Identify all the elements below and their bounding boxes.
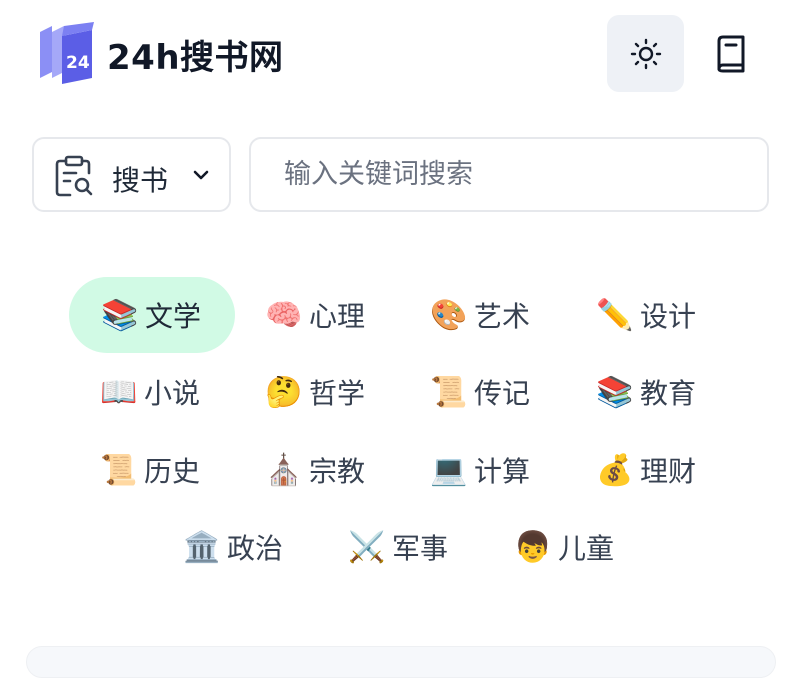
category-label: 心理 — [309, 300, 366, 333]
scroll-icon: 📜 — [430, 374, 468, 410]
category-fiction[interactable]: 📖 小说 — [100, 354, 200, 430]
logo-text: 24 — [66, 53, 90, 73]
category-label: 艺术 — [474, 300, 531, 333]
category-biography[interactable]: 📜 传记 — [430, 354, 530, 430]
books-icon: 📚 — [596, 374, 634, 410]
category-history[interactable]: 📜 历史 — [100, 432, 200, 508]
category-label: 儿童 — [558, 532, 615, 565]
category-religion[interactable]: ⛪ 宗教 — [265, 432, 365, 508]
thinking-face-icon: 🤔 — [265, 374, 303, 410]
category-computing[interactable]: 💻 计算 — [430, 432, 530, 508]
classical-building-icon: 🏛️ — [183, 529, 221, 565]
category-art[interactable]: 🎨 艺术 — [430, 277, 530, 353]
category-label: 教育 — [640, 377, 697, 410]
money-bag-icon: 💰 — [596, 452, 634, 488]
category-label: 小说 — [144, 377, 201, 410]
open-book-icon: 📖 — [100, 374, 138, 410]
site-title[interactable]: 24h搜书网 — [107, 30, 284, 79]
logo-icon: 24 — [40, 22, 94, 84]
sun-icon — [630, 38, 661, 69]
bookshelf-button[interactable] — [700, 15, 762, 92]
laptop-icon: 💻 — [430, 452, 468, 488]
category-label: 传记 — [474, 377, 531, 410]
crossed-swords-icon: ⚔️ — [348, 529, 386, 565]
search-input[interactable] — [249, 137, 769, 212]
category-label: 宗教 — [309, 455, 366, 488]
category-label: 设计 — [640, 300, 697, 333]
palette-icon: 🎨 — [430, 297, 468, 333]
brain-icon: 🧠 — [265, 297, 303, 333]
book-icon — [717, 35, 745, 72]
category-label: 政治 — [227, 532, 284, 565]
scroll-icon: 📜 — [100, 452, 138, 488]
category-label: 历史 — [144, 455, 201, 488]
content-card — [26, 646, 776, 678]
category-label: 理财 — [640, 455, 697, 488]
category-design[interactable]: ✏️ 设计 — [596, 277, 696, 353]
category-military[interactable]: ⚔️ 军事 — [348, 509, 448, 585]
category-finance[interactable]: 💰 理财 — [596, 432, 696, 508]
chevron-down-icon — [193, 170, 209, 180]
books-icon: 📚 — [101, 297, 139, 333]
site-logo[interactable]: 24 — [36, 22, 96, 88]
pencil-icon: ✏️ — [596, 297, 634, 333]
clipboard-search-icon — [55, 155, 93, 197]
category-label: 军事 — [392, 532, 449, 565]
category-politics[interactable]: 🏛️ 政治 — [183, 509, 283, 585]
search-type-label: 搜书 — [112, 164, 169, 197]
search-type-dropdown[interactable]: 搜书 — [32, 137, 231, 212]
category-label: 计算 — [474, 455, 531, 488]
category-education[interactable]: 📚 教育 — [596, 354, 696, 430]
category-label: 哲学 — [309, 377, 366, 410]
header: 24 24h搜书网 — [0, 0, 800, 110]
category-literature[interactable]: 📚 文学 — [69, 277, 235, 353]
category-label: 文学 — [145, 300, 202, 333]
boy-icon: 👦 — [514, 529, 552, 565]
category-psychology[interactable]: 🧠 心理 — [265, 277, 365, 353]
category-philosophy[interactable]: 🤔 哲学 — [265, 354, 365, 430]
category-children[interactable]: 👦 儿童 — [514, 509, 614, 585]
church-icon: ⛪ — [265, 452, 303, 488]
theme-toggle-button[interactable] — [607, 15, 684, 92]
